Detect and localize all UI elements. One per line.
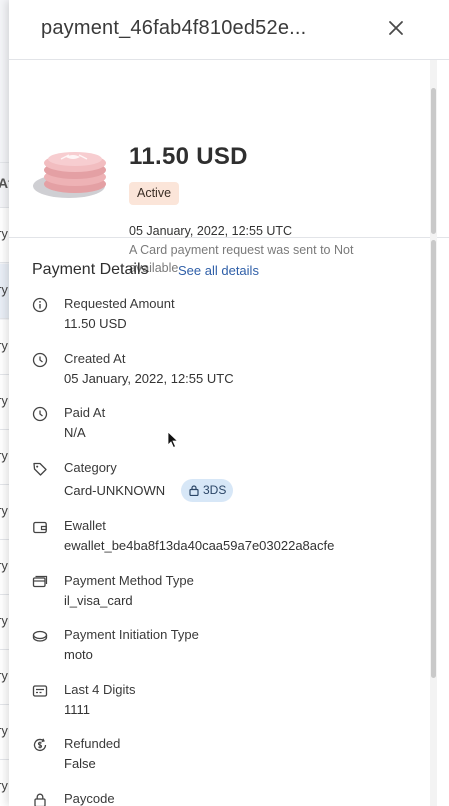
field-value: 05 January, 2022, 12:55 UTC <box>64 371 234 386</box>
coin-icon <box>32 630 48 642</box>
lock-icon <box>34 793 46 806</box>
card-icon <box>32 575 48 588</box>
drawer-header: payment_46fab4f810ed52e... <box>9 0 449 60</box>
status-badge: Active <box>129 182 180 205</box>
mouse-cursor-icon <box>167 431 179 449</box>
field-value: N/A <box>64 425 86 440</box>
summary-scrollbar-thumb[interactable] <box>431 88 436 234</box>
clock-icon <box>32 406 48 422</box>
3ds-badge-label: 3DS <box>203 483 227 497</box>
field-label: Category <box>64 460 117 475</box>
field-label: Requested Amount <box>64 296 175 311</box>
close-icon <box>389 21 403 35</box>
close-button[interactable] <box>386 18 408 40</box>
field-label: Paid At <box>64 405 106 420</box>
field-label: Payment Method Type <box>64 573 194 588</box>
tag-icon <box>33 462 47 476</box>
field-label: Payment Initiation Type <box>64 627 199 642</box>
3ds-badge: 3DS <box>181 479 234 502</box>
field-label: Ewallet <box>64 518 106 533</box>
info-icon <box>32 297 48 313</box>
field-value: Card-UNKNOWN <box>64 483 166 498</box>
card-digits-icon <box>32 685 48 697</box>
field-value: ewallet_be4ba8f13da40caa59a7e03022a8acfe <box>64 538 335 553</box>
payment-date: 05 January, 2022, 12:55 UTC <box>129 224 293 238</box>
wallet-icon <box>33 521 47 534</box>
payment-description: A Card payment request was sent to Not a… <box>129 243 354 275</box>
payment-amount: 11.50 USD <box>129 143 248 170</box>
coin-stack-icon <box>33 152 106 198</box>
field-label: Created At <box>64 351 126 366</box>
payment-details-title: Payment Details <box>32 261 149 278</box>
refund-icon <box>33 738 47 752</box>
field-label: Paycode <box>64 791 115 806</box>
see-all-details-link[interactable]: See all details <box>178 263 259 278</box>
lock-icon <box>189 485 199 496</box>
field-value: il_visa_card <box>64 593 133 608</box>
field-value: moto <box>64 647 93 662</box>
details-scrollbar-thumb[interactable] <box>431 240 436 678</box>
field-label: Refunded <box>64 736 121 751</box>
field-value: False <box>64 756 96 771</box>
field-value: 11.50 USD <box>64 316 127 331</box>
field-label: Last 4 Digits <box>64 682 136 697</box>
drawer-title: payment_46fab4f810ed52e... <box>41 17 307 39</box>
payment-summary: 11.50 USD Active 05 January, 2022, 12:55… <box>9 60 449 275</box>
field-value: 1111 <box>64 702 91 717</box>
clock-icon <box>32 352 48 368</box>
